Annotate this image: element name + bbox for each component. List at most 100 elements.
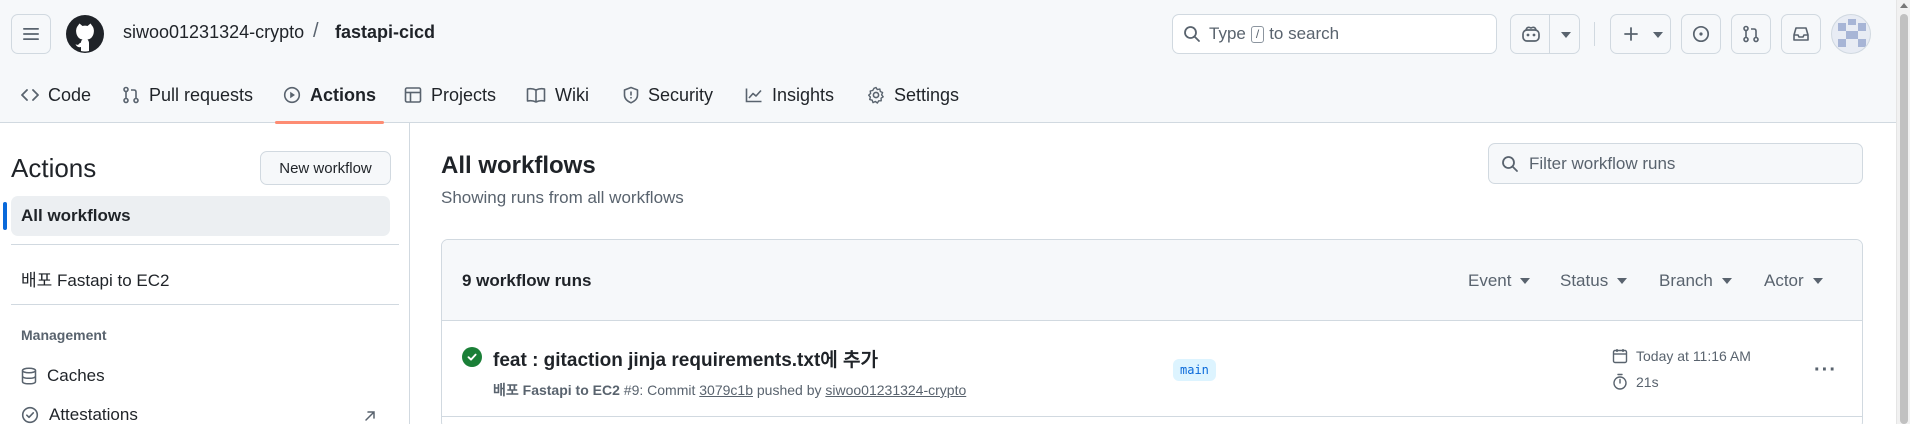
sidebar-divider (11, 304, 399, 305)
run-date-text: Today at 11:16 AM (1636, 348, 1751, 364)
repo-header: siwoo01231324-crypto / fastapi-cicd Type… (0, 0, 1896, 124)
actor-filter-dropdown[interactable]: Actor (1764, 271, 1823, 291)
inbox-button[interactable] (1781, 14, 1821, 54)
inbox-icon (1793, 27, 1809, 41)
sidebar-item-caches[interactable]: Caches (21, 366, 105, 386)
sidebar-item-attestations[interactable]: Attestations (21, 405, 138, 424)
shield-icon (623, 86, 639, 104)
filter-label: Branch (1659, 271, 1713, 290)
scrollbar-thumb[interactable] (1900, 14, 1908, 424)
tab-projects[interactable]: Projects (404, 67, 496, 123)
tab-wiki[interactable]: Wiki (526, 67, 589, 123)
graph-icon (745, 88, 762, 103)
tab-label: Insights (772, 84, 835, 105)
filter-label: Status (1560, 271, 1609, 290)
workflow-run-row[interactable]: feat : gitaction jinja requirements.txt에… (442, 321, 1862, 417)
sidebar-divider (11, 244, 399, 245)
tab-security[interactable]: Security (623, 67, 713, 123)
tab-pull-requests[interactable]: Pull requests (122, 67, 253, 123)
search-prefix: Type (1209, 24, 1246, 43)
workflow-runs-list: 9 workflow runs Event Status Branch Acto… (441, 239, 1863, 424)
run-workflow-name: 배포 Fastapi to EC2 (493, 382, 620, 398)
gear-icon (868, 86, 884, 104)
run-number: #9 (623, 382, 640, 398)
breadcrumb-owner[interactable]: siwoo01231324-crypto (123, 22, 304, 43)
git-pull-request-icon (1743, 25, 1759, 43)
search-suffix: to search (1269, 24, 1340, 43)
event-filter-dropdown[interactable]: Event (1468, 271, 1531, 291)
tab-label: Settings (894, 84, 960, 105)
tab-code[interactable]: Code (21, 67, 91, 123)
github-logo-icon[interactable] (65, 14, 105, 54)
run-pushed-by: pushed by (756, 382, 822, 398)
copilot-button[interactable] (1510, 14, 1580, 54)
run-duration: 21s (1612, 373, 1659, 390)
chevron-down-icon (1520, 278, 1531, 284)
sidebar-item-workflow[interactable]: 배포 Fastapi to EC2 (21, 266, 169, 291)
chevron-down-icon[interactable] (1561, 32, 1571, 38)
plus-icon (1624, 27, 1638, 41)
branch-filter-dropdown[interactable]: Branch (1659, 271, 1732, 291)
search-input[interactable]: Type / to search (1172, 14, 1497, 54)
stopwatch-icon (1613, 373, 1627, 390)
header-divider (1594, 22, 1595, 46)
actions-sidebar: Actions New workflow All workflows 배포 Fa… (0, 123, 410, 424)
copilot-icon (1522, 26, 1540, 42)
tab-label: Security (648, 84, 714, 105)
avatar[interactable] (1831, 14, 1871, 54)
pull-requests-button[interactable] (1731, 14, 1771, 54)
scroll-up-arrow-icon[interactable] (1900, 3, 1908, 8)
actor-link[interactable]: siwoo01231324-crypto (825, 382, 966, 398)
success-check-icon (462, 347, 482, 367)
branch-badge[interactable]: main (1173, 359, 1216, 381)
issue-opened-icon (1692, 25, 1710, 43)
management-heading: Management (21, 327, 107, 343)
search-icon (1184, 26, 1200, 42)
breadcrumb-separator: / (313, 20, 319, 42)
page-title: All workflows (441, 152, 596, 179)
tab-label: Code (48, 84, 92, 105)
search-icon (1502, 155, 1518, 172)
sidebar-item-label: Caches (47, 366, 105, 385)
chevron-down-icon (1653, 32, 1663, 38)
search-shortcut-key: / (1250, 25, 1265, 43)
database-icon (21, 367, 37, 385)
tab-actions[interactable]: Actions (274, 67, 385, 124)
runs-count: 9 workflow runs (462, 271, 592, 290)
hamburger-icon (23, 28, 39, 40)
verified-icon (21, 406, 39, 424)
tab-label: Actions (310, 84, 377, 105)
chevron-down-icon (1721, 278, 1732, 284)
commit-sha-link[interactable]: 3079c1b (699, 382, 753, 398)
run-date: Today at 11:16 AM (1612, 348, 1751, 364)
play-icon (283, 86, 301, 104)
tab-label: Wiki (555, 84, 589, 105)
identicon-icon (1832, 15, 1870, 53)
tab-settings[interactable]: Settings (867, 67, 959, 123)
filter-label: Event (1468, 271, 1512, 290)
issues-button[interactable] (1681, 14, 1721, 54)
sidebar-item-all-workflows[interactable]: All workflows (3, 196, 390, 236)
external-link-arrow-icon (365, 411, 375, 421)
create-new-button[interactable] (1610, 14, 1671, 54)
menu-button[interactable] (11, 14, 51, 54)
repo-tabs: Code Pull requests Actions Projects Wiki… (0, 67, 1896, 124)
chevron-down-icon (1617, 278, 1628, 284)
status-filter-dropdown[interactable]: Status (1560, 271, 1628, 291)
breadcrumb-repo[interactable]: fastapi-cicd (335, 22, 435, 43)
tab-insights[interactable]: Insights (745, 67, 834, 123)
git-pull-request-icon (123, 86, 139, 104)
new-workflow-button[interactable]: New workflow (260, 151, 391, 185)
book-icon (526, 87, 546, 103)
run-duration-text: 21s (1636, 373, 1659, 390)
run-commit-prefix: : Commit (639, 382, 696, 398)
table-icon (404, 87, 422, 103)
run-meta: 배포 Fastapi to EC2 #9: Commit 3079c1b pus… (493, 380, 966, 400)
filter-workflow-runs-input[interactable]: Filter workflow runs (1488, 143, 1863, 184)
page-scrollbar[interactable] (1896, 0, 1910, 424)
filter-placeholder: Filter workflow runs (1529, 153, 1676, 173)
runs-list-header: 9 workflow runs Event Status Branch Acto… (442, 240, 1862, 321)
kebab-menu-icon[interactable]: ··· (1814, 359, 1837, 382)
run-title-link[interactable]: feat : gitaction jinja requirements.txt에… (493, 345, 878, 372)
tab-label: Projects (431, 84, 497, 105)
